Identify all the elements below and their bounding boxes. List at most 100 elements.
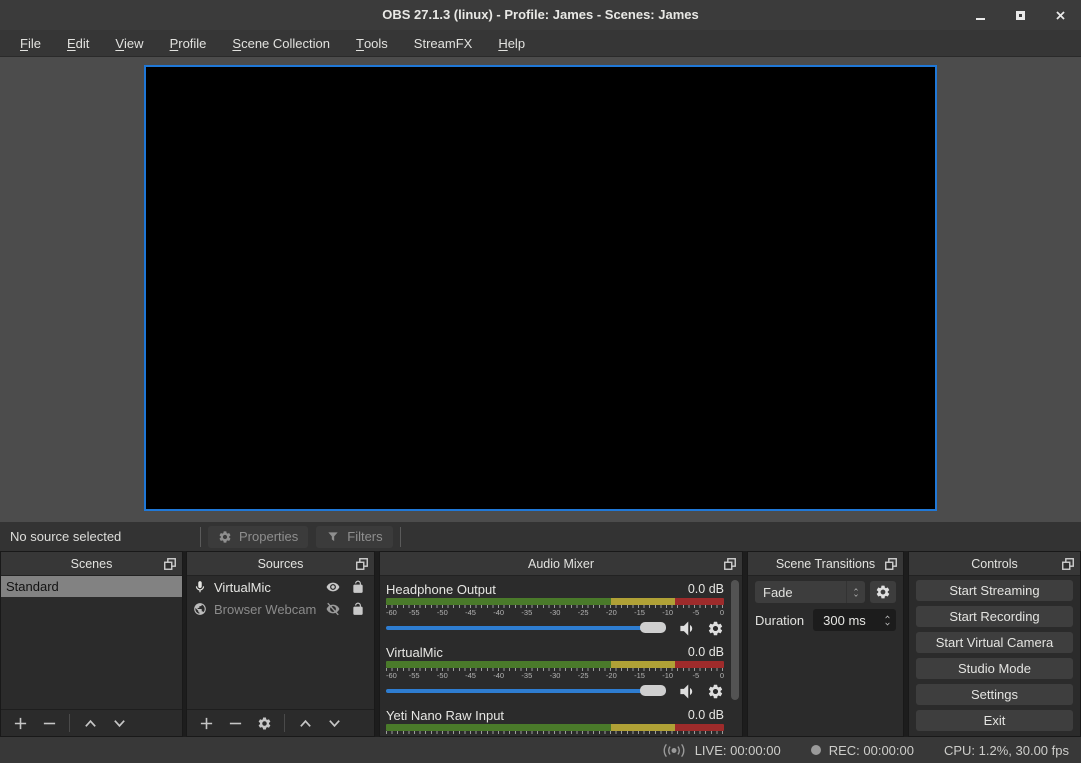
gear-icon[interactable]	[707, 620, 724, 637]
meter-tick-label: -20	[606, 608, 617, 617]
channel-name: VirtualMic	[386, 645, 443, 660]
popout-icon[interactable]	[1061, 557, 1075, 571]
record-dot-icon	[811, 745, 821, 755]
meter-tick-label: -55	[409, 608, 420, 617]
combo-arrows-icon	[846, 581, 865, 603]
start-streaming-button[interactable]: Start Streaming	[916, 580, 1073, 601]
settings-button[interactable]: Settings	[916, 684, 1073, 705]
channel-level: 0.0 dB	[688, 582, 724, 596]
meter-tick-label: -60	[386, 608, 397, 617]
scene-item-standard[interactable]: Standard	[1, 576, 182, 597]
meter-tick-label: -15	[634, 608, 645, 617]
mixer-channel-virtualmic: VirtualMic 0.0 dB -60-55-50-45-40-35-30-…	[386, 643, 724, 706]
audio-mixer-dock-header[interactable]: Audio Mixer	[380, 552, 742, 576]
start-recording-button[interactable]: Start Recording	[916, 606, 1073, 627]
source-row-virtualmic[interactable]: VirtualMic	[187, 576, 374, 598]
channel-name: Yeti Nano Raw Input	[386, 708, 504, 723]
duration-label: Duration	[755, 613, 804, 628]
mixer-channel-headphone-output: Headphone Output 0.0 dB -60-55-50-45-40-…	[386, 580, 724, 643]
gear-icon[interactable]	[707, 683, 724, 700]
audio-mixer-dock: Audio Mixer Headphone Output 0.0 dB -60-…	[379, 551, 743, 737]
source-properties-button[interactable]	[253, 714, 275, 732]
titlebar: OBS 27.1.3 (linux) - Profile: James - Sc…	[0, 0, 1081, 30]
properties-button[interactable]: Properties	[208, 526, 308, 548]
scene-transitions-dock: Scene Transitions Fade Duration	[747, 551, 904, 737]
spinbox-arrows-icon[interactable]	[879, 610, 895, 630]
meter-tick-label: 0	[720, 608, 724, 617]
toolbar-separator	[200, 527, 201, 547]
source-move-up-button[interactable]	[294, 714, 316, 732]
controls-dock: Controls Start Streaming Start Recording…	[908, 551, 1081, 737]
minimize-icon[interactable]	[973, 8, 987, 22]
menu-tools[interactable]: Tools	[343, 30, 401, 56]
sources-dock-header[interactable]: Sources	[187, 552, 374, 576]
transition-select[interactable]: Fade	[755, 581, 865, 603]
menu-scene-collection[interactable]: Scene Collection	[219, 30, 343, 56]
mixer-scrollbar[interactable]	[731, 580, 739, 700]
popout-icon[interactable]	[355, 557, 369, 571]
start-virtual-camera-button[interactable]: Start Virtual Camera	[916, 632, 1073, 653]
source-row-browser-webcam[interactable]: Browser Webcam	[187, 598, 374, 620]
sources-toolbar	[187, 709, 374, 736]
preview-canvas[interactable]	[144, 65, 937, 511]
menu-help[interactable]: Help	[485, 30, 538, 56]
add-source-button[interactable]	[195, 714, 217, 732]
popout-icon[interactable]	[723, 557, 737, 571]
meter-tick-labels: -60-55-50-45-40-35-30-25-20-15-10-50	[386, 608, 724, 617]
menu-file[interactable]: File	[7, 30, 54, 56]
lock-open-icon[interactable]	[351, 580, 365, 594]
popout-icon[interactable]	[884, 557, 898, 571]
meter-tick-label: -30	[550, 671, 561, 680]
add-scene-button[interactable]	[9, 714, 31, 732]
duration-spinbox[interactable]: 300 ms	[813, 609, 896, 631]
meter-tick-label: -50	[437, 671, 448, 680]
popout-icon[interactable]	[163, 557, 177, 571]
gear-icon	[218, 530, 232, 544]
transition-properties-button[interactable]	[870, 581, 896, 603]
volume-slider[interactable]	[386, 689, 666, 693]
toolbar-separator	[284, 714, 285, 732]
controls-dock-header[interactable]: Controls	[909, 552, 1080, 576]
exit-button[interactable]: Exit	[916, 710, 1073, 731]
volume-slider[interactable]	[386, 626, 666, 630]
filters-button[interactable]: Filters	[316, 526, 392, 548]
maximize-icon[interactable]	[1013, 8, 1027, 22]
toolbar-separator	[400, 527, 401, 547]
studio-mode-button[interactable]: Studio Mode	[916, 658, 1073, 679]
menu-edit[interactable]: Edit	[54, 30, 102, 56]
speaker-icon[interactable]	[676, 681, 697, 702]
volume-meter	[386, 661, 724, 668]
volume-slider-handle[interactable]	[640, 622, 666, 633]
lock-open-icon[interactable]	[351, 602, 365, 616]
meter-tick-label: -30	[550, 608, 561, 617]
remove-source-button[interactable]	[224, 714, 246, 732]
close-icon[interactable]	[1053, 8, 1067, 22]
gear-icon	[257, 716, 272, 731]
volume-slider-handle[interactable]	[640, 685, 666, 696]
menu-view[interactable]: View	[102, 30, 156, 56]
meter-tick-label: -55	[409, 671, 420, 680]
meter-tick-label: -35	[521, 671, 532, 680]
meter-tick-label: -25	[578, 671, 589, 680]
live-status: LIVE: 00:00:00	[661, 743, 781, 758]
meter-tick-labels: -60-55-50-45-40-35-30-25-20-15-10-50	[386, 671, 724, 680]
filter-icon	[326, 530, 340, 544]
menu-streamfx[interactable]: StreamFX	[401, 30, 486, 56]
meter-tick-label: -5	[692, 671, 699, 680]
source-move-down-button[interactable]	[323, 714, 345, 732]
scenes-dock-header[interactable]: Scenes	[1, 552, 182, 576]
visibility-eye-off-icon[interactable]	[326, 602, 340, 616]
meter-tick-label: -35	[521, 608, 532, 617]
meter-tick-label: -15	[634, 671, 645, 680]
scene-move-up-button[interactable]	[79, 714, 101, 732]
scene-move-down-button[interactable]	[108, 714, 130, 732]
channel-level: 0.0 dB	[688, 708, 724, 722]
remove-scene-button[interactable]	[38, 714, 60, 732]
menu-profile[interactable]: Profile	[157, 30, 220, 56]
scene-transitions-dock-header[interactable]: Scene Transitions	[748, 552, 903, 576]
visibility-eye-icon[interactable]	[326, 580, 340, 594]
toolbar-separator	[69, 714, 70, 732]
gear-icon	[875, 584, 891, 600]
speaker-icon[interactable]	[676, 618, 697, 639]
menubar: File Edit View Profile Scene Collection …	[0, 30, 1081, 57]
